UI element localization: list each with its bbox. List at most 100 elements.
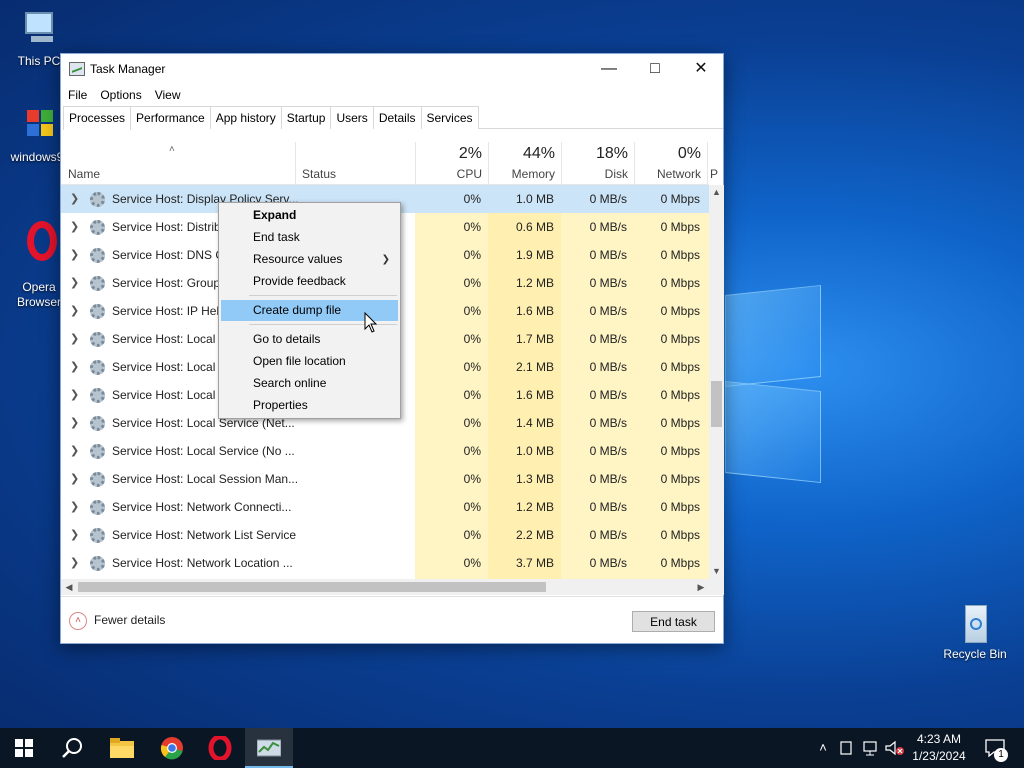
process-network: 0 Mbps <box>660 360 700 374</box>
tab-startup[interactable]: Startup <box>280 106 332 129</box>
start-icon <box>15 739 33 757</box>
tab-processes[interactable]: Processes <box>63 106 132 130</box>
horizontal-scrollbar[interactable]: ◀ ▶ <box>61 579 709 595</box>
chevron-right-icon[interactable]: ❯ <box>70 241 79 269</box>
menu-item-label: Go to details <box>253 332 321 346</box>
horizontal-scroll-thumb[interactable] <box>78 582 546 592</box>
vertical-scroll-thumb[interactable] <box>711 381 722 427</box>
chevron-right-icon[interactable]: ❯ <box>70 409 79 437</box>
menu-item-search-online[interactable]: Search online <box>221 373 398 394</box>
process-disk: 0 MB/s <box>589 248 627 262</box>
process-disk: 0 MB/s <box>589 304 627 318</box>
chevron-right-icon[interactable]: ❯ <box>70 549 79 577</box>
title-bar[interactable]: Task Manager — □ ✕ <box>61 54 723 84</box>
scroll-up-icon[interactable]: ▲ <box>709 185 724 200</box>
column-power[interactable]: P <box>707 142 721 185</box>
search-icon <box>62 738 82 758</box>
process-disk: 0 MB/s <box>589 556 627 570</box>
show-hidden-icons[interactable]: ˄ <box>814 728 832 768</box>
scroll-left-icon[interactable]: ◀ <box>61 579 77 595</box>
taskbar-opera[interactable] <box>196 728 244 768</box>
process-network: 0 Mbps <box>660 472 700 486</box>
process-disk: 0 MB/s <box>589 276 627 290</box>
column-cpu[interactable]: 2% CPU <box>415 142 488 185</box>
taskbar-file-explorer[interactable] <box>98 728 146 768</box>
chevron-right-icon[interactable]: ❯ <box>70 269 79 297</box>
tab-details[interactable]: Details <box>372 106 422 129</box>
minimize-button[interactable]: — <box>586 54 632 84</box>
process-name: Service Host: Local Session Man... <box>112 472 299 486</box>
table-row[interactable]: ❯ Service Host: Network Location ... 0% 3.7… <box>61 549 709 577</box>
taskbar-task-manager[interactable] <box>245 728 293 768</box>
search-button[interactable] <box>48 728 96 768</box>
scroll-down-icon[interactable]: ▼ <box>709 564 724 579</box>
clock-date: 1/23/2024 <box>912 749 966 763</box>
menu-item-label: Expand <box>253 208 297 222</box>
table-row[interactable]: ❯ Service Host: Network Connecti... 0% 1.2 … <box>61 493 709 521</box>
chevron-right-icon[interactable]: ❯ <box>70 381 79 409</box>
menu-item-properties[interactable]: Properties <box>221 395 398 416</box>
start-button[interactable] <box>0 728 48 768</box>
chevron-right-icon[interactable]: ❯ <box>70 213 79 241</box>
mouse-cursor-icon <box>364 312 378 333</box>
gear-icon <box>90 388 105 403</box>
process-disk: 0 MB/s <box>589 220 627 234</box>
process-cpu: 0% <box>463 528 481 542</box>
chevron-up-icon[interactable]: ˄ <box>69 612 87 630</box>
column-disk[interactable]: 18% Disk <box>561 142 634 185</box>
network-icon[interactable] <box>862 740 880 756</box>
chevron-right-icon[interactable]: ❯ <box>70 325 79 353</box>
menu-item-resource-values[interactable]: Resource values ❯ <box>221 249 398 270</box>
menu-item-open-file-location[interactable]: Open file location <box>221 351 398 372</box>
chevron-right-icon[interactable]: ❯ <box>70 493 79 521</box>
process-network: 0 Mbps <box>660 248 700 262</box>
recycle-bin-icon <box>953 603 997 645</box>
tab-services[interactable]: Services <box>420 106 479 129</box>
end-task-button[interactable]: End task <box>632 611 715 632</box>
column-network[interactable]: 0% Network <box>634 142 707 185</box>
vertical-scrollbar[interactable]: ▲ ▼ <box>709 185 724 579</box>
chevron-right-icon[interactable]: ❯ <box>70 521 79 549</box>
table-row[interactable]: ❯ Service Host: Network List Service 0% 2.2… <box>61 521 709 549</box>
tablet-icon[interactable] <box>840 741 852 755</box>
menu-item-label: Search online <box>253 376 327 390</box>
tab-users[interactable]: Users <box>330 106 374 129</box>
clock[interactable]: 4:23 AM 1/23/2024 <box>900 731 978 765</box>
process-memory: 2.1 MB <box>515 360 554 374</box>
maximize-button[interactable]: □ <box>632 54 678 84</box>
menu-options[interactable]: Options <box>100 88 141 102</box>
chevron-right-icon[interactable]: ❯ <box>70 185 79 213</box>
menu-file[interactable]: File <box>68 88 87 102</box>
process-network: 0 Mbps <box>660 444 700 458</box>
close-button[interactable]: ✕ <box>678 54 724 84</box>
process-network: 0 Mbps <box>660 416 700 430</box>
notifications-button[interactable]: 1 <box>982 728 1024 768</box>
menu-item-expand[interactable]: Expand <box>221 205 398 226</box>
tab-performance[interactable]: Performance <box>130 106 211 129</box>
taskbar-chrome[interactable] <box>148 728 196 768</box>
fewer-details-link[interactable]: Fewer details <box>94 613 165 627</box>
process-memory: 1.0 MB <box>515 444 554 458</box>
gear-icon <box>90 220 105 235</box>
column-status[interactable]: Status <box>295 142 415 185</box>
tab-app-history[interactable]: App history <box>209 106 282 129</box>
gear-icon <box>90 332 105 347</box>
desktop-icon-recycle-bin[interactable]: Recycle Bin <box>942 603 1008 662</box>
menu-item-provide-feedback[interactable]: Provide feedback <box>221 271 398 292</box>
chevron-right-icon[interactable]: ❯ <box>70 297 79 325</box>
process-cpu: 0% <box>463 472 481 486</box>
menu-item-end-task[interactable]: End task <box>221 227 398 248</box>
chevron-right-icon[interactable]: ❯ <box>70 465 79 493</box>
column-name[interactable]: ˄ Name <box>61 142 295 185</box>
table-row[interactable]: ❯ Service Host: Local Service (No ... 0% 1.… <box>61 437 709 465</box>
chevron-right-icon[interactable]: ❯ <box>70 353 79 381</box>
gear-icon <box>90 276 105 291</box>
menu-view[interactable]: View <box>155 88 181 102</box>
column-memory[interactable]: 44% Memory <box>488 142 561 185</box>
this-pc-icon <box>17 10 61 52</box>
footer: ˄ Fewer details End task <box>61 596 723 644</box>
scroll-right-icon[interactable]: ▶ <box>693 579 709 595</box>
table-row[interactable]: ❯ Service Host: Local Session Man... 0% 1.3… <box>61 465 709 493</box>
process-network: 0 Mbps <box>660 500 700 514</box>
chevron-right-icon[interactable]: ❯ <box>70 437 79 465</box>
